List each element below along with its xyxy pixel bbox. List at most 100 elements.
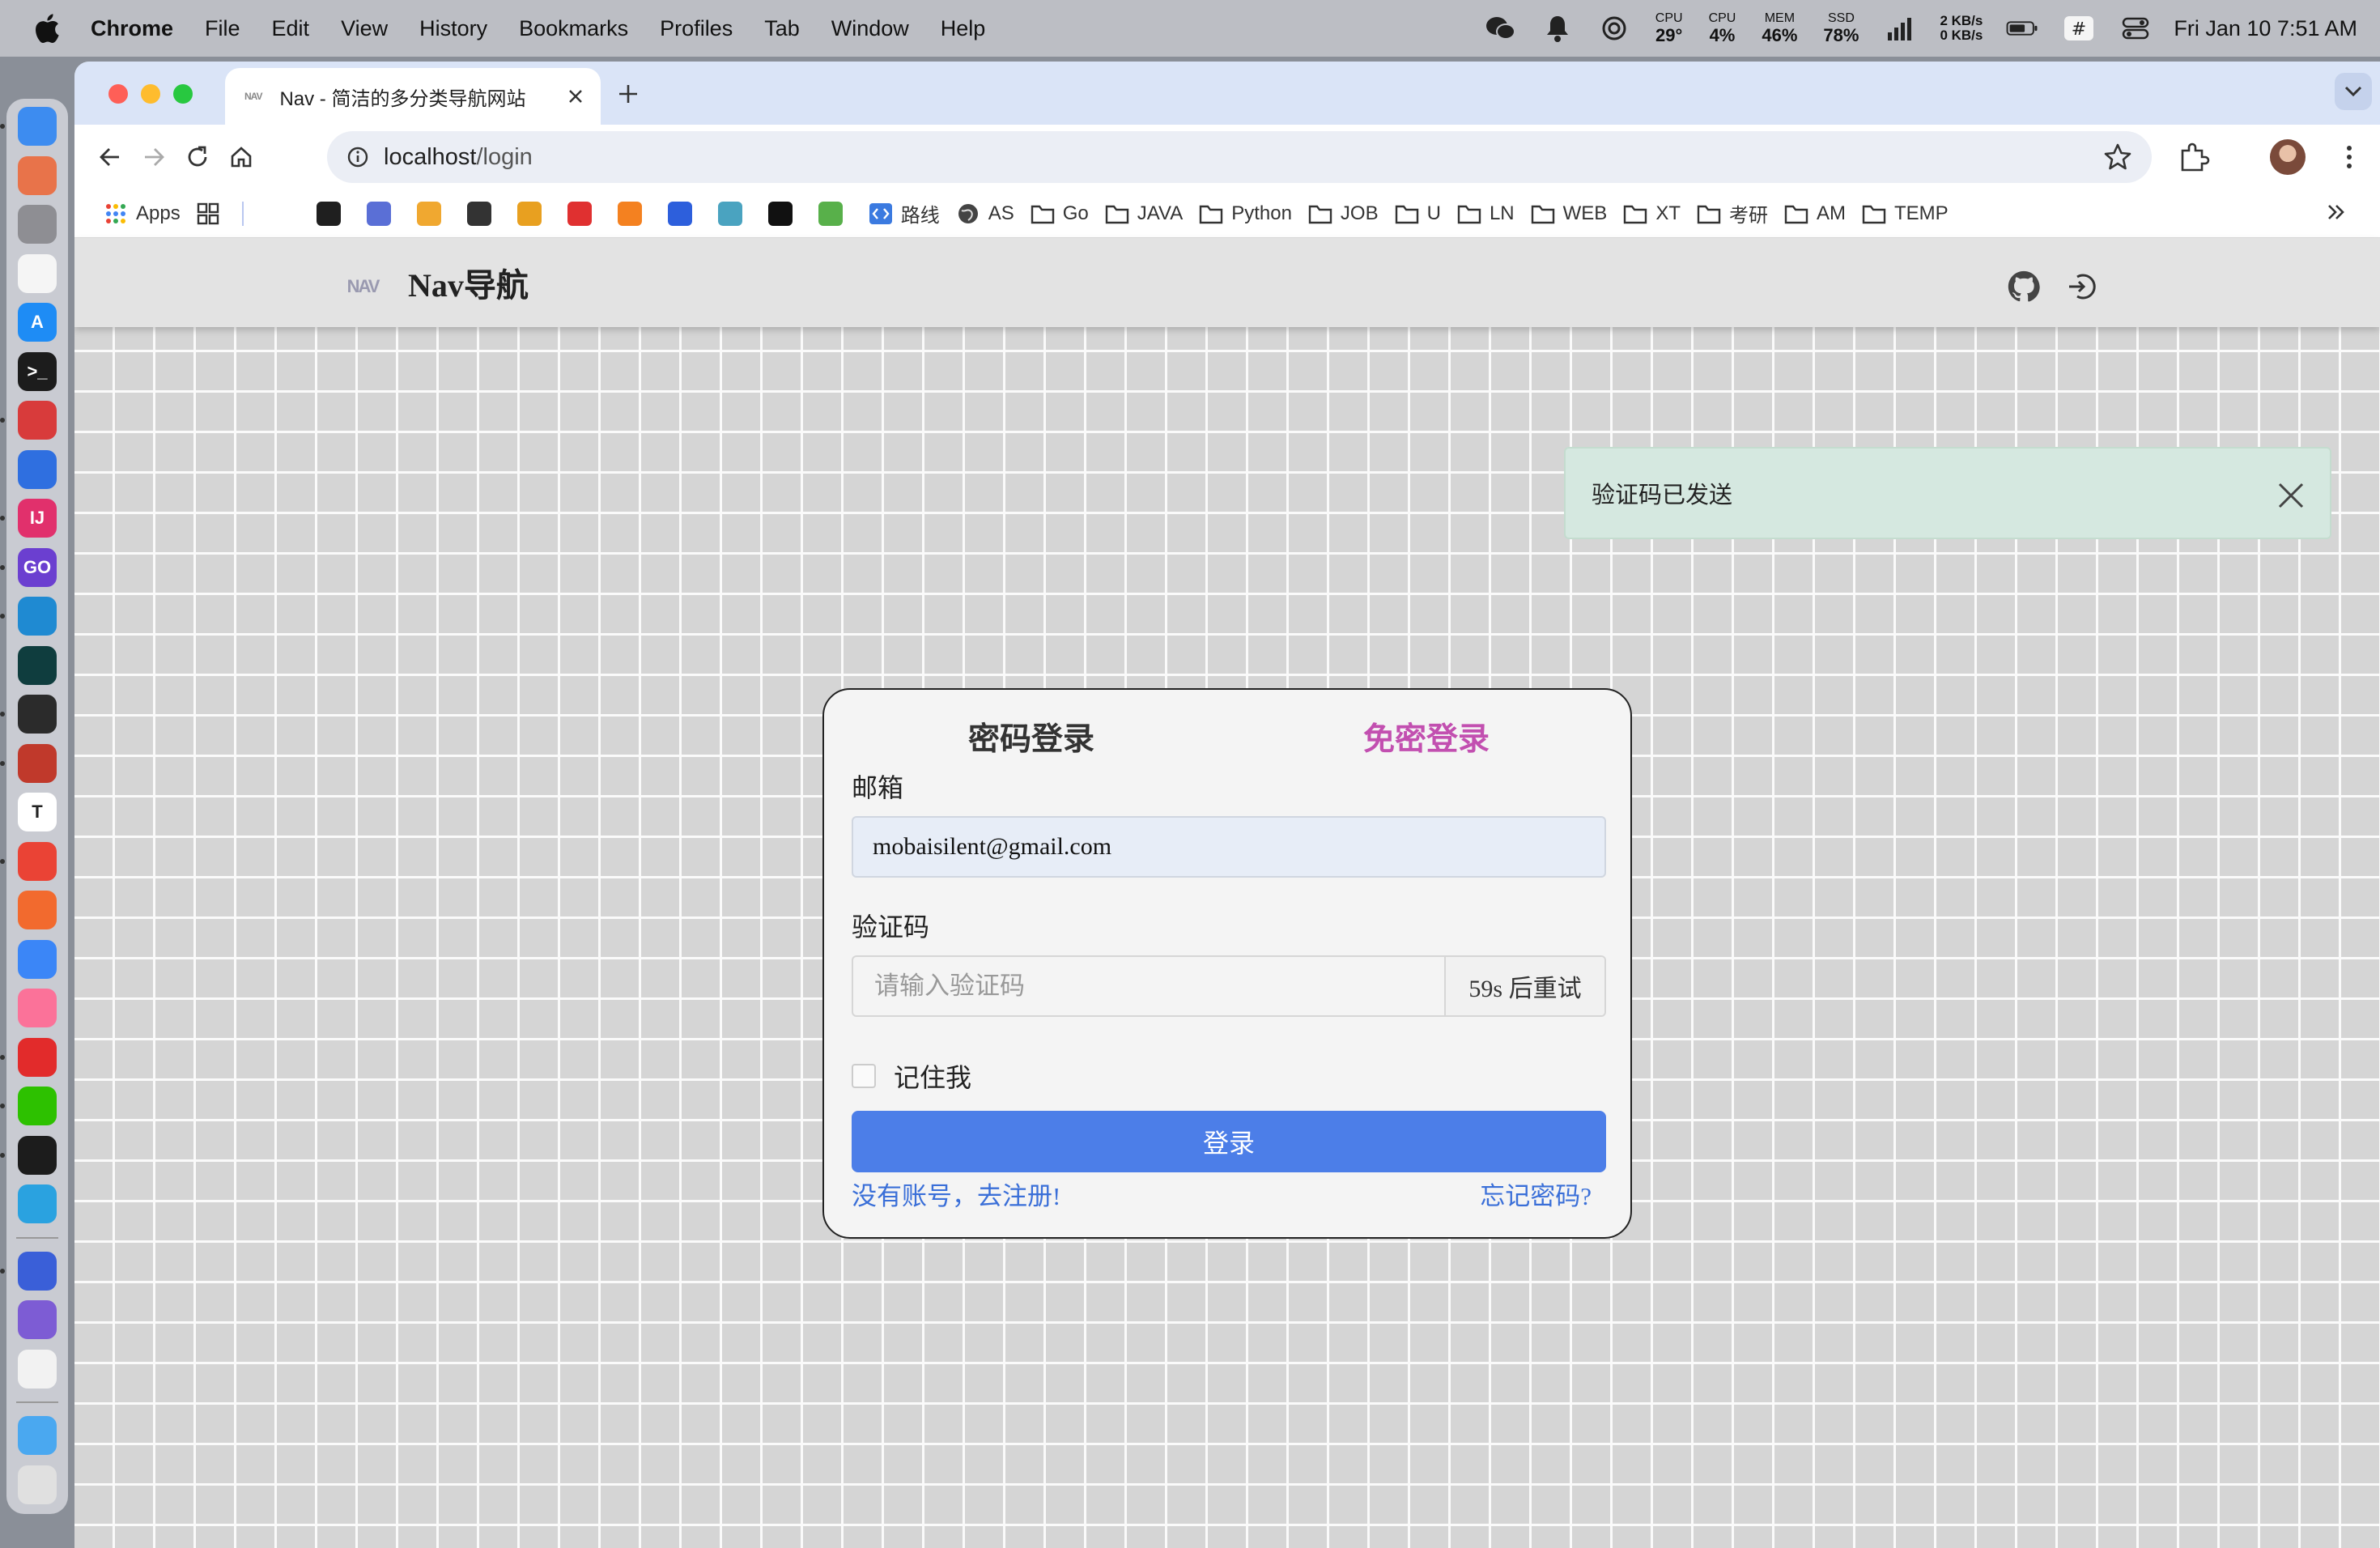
cpu-temp-stat[interactable]: CPU 29° (1655, 12, 1683, 45)
extensions-puzzle-icon[interactable] (2176, 139, 2212, 175)
home-icon[interactable] (223, 139, 259, 175)
menu-tab[interactable]: Tab (764, 16, 800, 41)
site-brand-title[interactable]: Nav导航 (408, 259, 529, 306)
bookmark-12[interactable]: TEMP (1862, 202, 1949, 226)
reload-icon[interactable] (180, 139, 215, 175)
forgot-password-link[interactable]: 忘记密码? (1480, 1176, 1592, 1212)
menu-window[interactable]: Window (831, 16, 909, 41)
bookmark-favicon-7-icon[interactable] (617, 201, 642, 226)
signal-bars-icon[interactable] (1884, 12, 1916, 45)
window-close-button[interactable] (108, 84, 128, 104)
menu-profiles[interactable]: Profiles (660, 16, 733, 41)
bookmark-favicon-8-icon[interactable] (667, 201, 692, 226)
menu-file[interactable]: File (205, 16, 240, 41)
bookmark-11[interactable]: AM (1784, 202, 1846, 226)
dock-app-chatgpt-icon[interactable] (18, 1349, 57, 1389)
bookmark-3[interactable]: JAVA (1105, 202, 1183, 226)
dock-app-reminders-icon[interactable] (18, 253, 57, 293)
register-link[interactable]: 没有账号，去注册! (852, 1176, 1060, 1212)
remember-me-checkbox[interactable] (852, 1064, 876, 1088)
tab-groups-icon[interactable] (197, 202, 219, 225)
bookmark-4[interactable]: Python (1199, 202, 1292, 226)
forward-arrow-icon[interactable] (136, 139, 172, 175)
bookmark-apps[interactable]: Apps (104, 202, 181, 226)
dock-app-infuse-icon[interactable] (0, 1251, 57, 1291)
browser-tab-active[interactable]: NAV Nav - 简洁的多分类导航网站 (225, 68, 601, 125)
dock-app-intellij-idea-icon[interactable]: IJ (0, 499, 57, 538)
menu-app-name[interactable]: Chrome (91, 16, 173, 41)
bookmark-7[interactable]: LN (1457, 202, 1515, 226)
bookmark-5[interactable]: JOB (1308, 202, 1379, 226)
tab-search-chevron-icon[interactable] (2335, 73, 2372, 110)
tab-close-icon[interactable] (563, 84, 588, 108)
bookmark-star-icon[interactable] (2103, 142, 2132, 172)
network-speed[interactable]: 2 KB/s 0 KB/s (1940, 14, 1983, 43)
resend-code-button[interactable]: 59s 后重试 (1444, 957, 1604, 1015)
bookmark-9[interactable]: XT (1623, 202, 1681, 226)
menubar-clock[interactable]: Fri Jan 10 7:51 AM (2174, 16, 2357, 41)
dock-app-typora-icon[interactable]: T (18, 793, 57, 831)
dock-app-creative-app-icon[interactable] (0, 743, 57, 783)
dock-app-chrome-icon[interactable] (0, 841, 57, 881)
dock-app-baidu-cloud-icon[interactable] (18, 939, 57, 979)
dock-app-simulator-icon[interactable] (18, 1300, 57, 1339)
bookmark-favicon-9-icon[interactable] (717, 201, 742, 226)
tab-passwordless-login[interactable]: 免密登录 (1363, 714, 1490, 759)
new-tab-plus-icon[interactable] (612, 78, 644, 110)
url-text[interactable]: localhost/login (384, 144, 533, 171)
github-icon[interactable] (2008, 270, 2040, 303)
dock-app-finder-icon[interactable] (0, 107, 57, 146)
apple-menu-icon[interactable] (31, 11, 66, 46)
logout-icon[interactable] (2066, 270, 2098, 303)
control-center-icon[interactable] (2119, 12, 2152, 45)
dock-app-app-store-icon[interactable]: A (18, 303, 57, 342)
profile-avatar[interactable] (2270, 139, 2306, 175)
menu-help[interactable]: Help (941, 16, 986, 41)
bookmark-6[interactable]: U (1395, 202, 1441, 226)
bookmark-1[interactable]: AS (956, 202, 1014, 226)
menu-edit[interactable]: Edit (272, 16, 310, 41)
back-arrow-icon[interactable] (92, 139, 128, 175)
chrome-menu-icon[interactable] (2331, 139, 2367, 175)
tab-password-login[interactable]: 密码登录 (968, 714, 1094, 759)
dock-app-trash-icon[interactable] (18, 1465, 57, 1504)
dock-app-qoder-icon[interactable] (18, 645, 57, 685)
cpu-usage-stat[interactable]: CPU 4% (1709, 12, 1736, 45)
dock-app-terminal-icon[interactable]: >_ (18, 351, 57, 391)
dock-app-telegram-icon[interactable] (18, 1184, 57, 1223)
dock-app-bilibili-icon[interactable] (18, 989, 57, 1027)
dock-app-remote-desktop-icon[interactable] (0, 401, 57, 440)
dock-app-goland-icon[interactable]: GO (0, 547, 57, 587)
dock-app-downloads-folder-icon[interactable] (18, 1416, 57, 1455)
dock-app-qq-icon[interactable] (0, 1135, 57, 1175)
bookmark-2[interactable]: Go (1031, 202, 1089, 226)
bookmark-favicon-6-icon[interactable] (567, 201, 592, 226)
verification-code-input[interactable] (853, 957, 1444, 1015)
bookmark-8[interactable]: WEB (1531, 202, 1607, 226)
bookmark-favicon-11-icon[interactable] (818, 201, 843, 226)
wechat-tray-icon[interactable] (1485, 12, 1517, 45)
dock-app-sound-analyzer-icon[interactable] (18, 449, 57, 489)
memory-stat[interactable]: MEM 46% (1762, 12, 1797, 45)
window-minimize-button[interactable] (141, 84, 160, 104)
site-logo[interactable]: NAV (338, 262, 387, 311)
battery-icon[interactable] (2006, 12, 2038, 45)
dock-app-vscode-icon[interactable] (0, 597, 57, 636)
bookmark-favicon-3-icon[interactable] (416, 201, 441, 226)
toast-close-icon[interactable] (2275, 479, 2307, 512)
dock-app-netease-music-icon[interactable] (0, 1037, 57, 1077)
input-method-icon[interactable]: # (2063, 12, 2095, 45)
bookmarks-overflow-chevron-icon[interactable] (2325, 201, 2348, 229)
bookmark-favicon-10-icon[interactable] (767, 201, 793, 226)
chatgpt-tray-icon[interactable] (1598, 12, 1630, 45)
bookmark-favicon-2-icon[interactable] (366, 201, 391, 226)
bookmark-favicon-5-icon[interactable] (516, 201, 542, 226)
bookmark-favicon-4-icon[interactable] (466, 201, 491, 226)
remember-me[interactable]: 记住我 (852, 1057, 971, 1095)
window-zoom-button[interactable] (173, 84, 193, 104)
menu-view[interactable]: View (341, 16, 388, 41)
dock-app-wechat-icon[interactable] (0, 1087, 57, 1125)
dock-app-launchpad-icon[interactable] (18, 155, 57, 195)
dock-app-git-tower-icon[interactable] (18, 891, 57, 929)
ssd-stat[interactable]: SSD 78% (1823, 12, 1859, 45)
